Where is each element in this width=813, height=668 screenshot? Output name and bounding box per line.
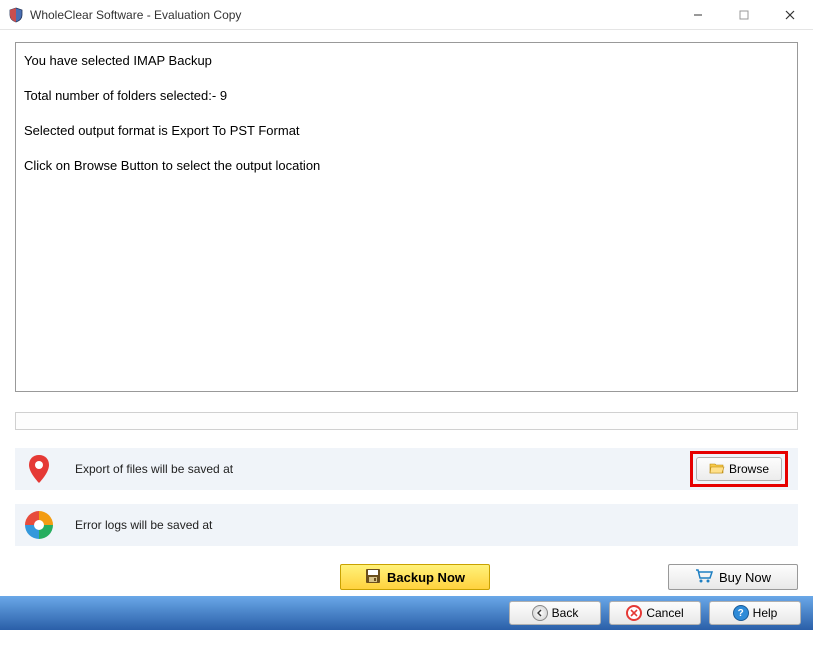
backup-label: Backup Now <box>387 570 465 585</box>
help-button[interactable]: ? Help <box>709 601 801 625</box>
action-bar: Backup Now Buy Now <box>0 560 813 596</box>
work-area: You have selected IMAP Backup Total numb… <box>0 30 813 546</box>
separator-bar <box>15 412 798 430</box>
back-button[interactable]: Back <box>509 601 601 625</box>
error-log-label: Error logs will be saved at <box>75 518 788 532</box>
export-location-row: Export of files will be saved at Browse <box>15 448 798 490</box>
browse-label: Browse <box>729 462 769 476</box>
app-icon <box>8 7 24 23</box>
save-disk-icon <box>365 568 381 587</box>
output-rows: Export of files will be saved at Browse <box>15 448 798 546</box>
info-box: You have selected IMAP Backup Total numb… <box>15 42 798 392</box>
back-arrow-icon <box>532 605 548 621</box>
error-log-row: Error logs will be saved at <box>15 504 798 546</box>
info-line: You have selected IMAP Backup <box>24 53 789 70</box>
cancel-x-icon <box>626 605 642 621</box>
cancel-label: Cancel <box>646 606 683 620</box>
info-line: Click on Browse Button to select the out… <box>24 158 789 175</box>
shopping-cart-icon <box>695 568 713 587</box>
buy-label: Buy Now <box>719 570 771 585</box>
footer-bar: Back Cancel ? Help <box>0 596 813 630</box>
backup-now-button[interactable]: Backup Now <box>340 564 490 590</box>
folder-open-icon <box>709 461 725 478</box>
pie-chart-icon <box>21 507 57 543</box>
browse-highlight: Browse <box>690 451 788 487</box>
info-line: Total number of folders selected:- 9 <box>24 88 789 105</box>
maximize-button[interactable] <box>721 0 767 30</box>
buy-now-button[interactable]: Buy Now <box>668 564 798 590</box>
export-location-label: Export of files will be saved at <box>75 462 690 476</box>
title-bar: WholeClear Software - Evaluation Copy <box>0 0 813 30</box>
window-title: WholeClear Software - Evaluation Copy <box>30 8 675 22</box>
info-line: Selected output format is Export To PST … <box>24 123 789 140</box>
cancel-button[interactable]: Cancel <box>609 601 701 625</box>
close-button[interactable] <box>767 0 813 30</box>
browse-button[interactable]: Browse <box>696 457 782 481</box>
back-label: Back <box>552 606 579 620</box>
map-pin-icon <box>21 451 57 487</box>
minimize-button[interactable] <box>675 0 721 30</box>
help-question-icon: ? <box>733 605 749 621</box>
help-label: Help <box>753 606 778 620</box>
